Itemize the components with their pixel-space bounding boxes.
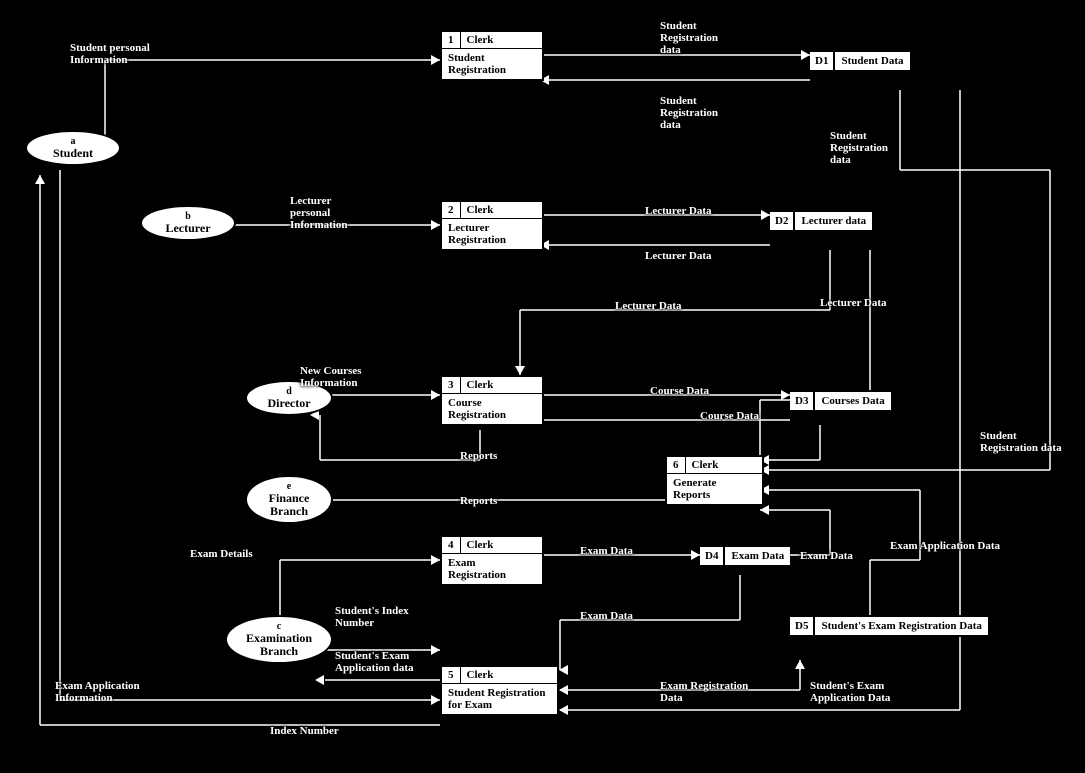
- flow-label: Course Data: [650, 385, 709, 397]
- process-role: Clerk: [461, 202, 543, 218]
- entity-label: Finance Branch: [249, 492, 329, 518]
- process-name: Student Registration: [442, 49, 542, 79]
- dfd-canvas: a Student b Lecturer d Director e Financ…: [0, 0, 1085, 773]
- arrow-icon: [431, 555, 440, 565]
- flow-label: Lecturer Data: [645, 250, 712, 262]
- process-num: 3: [442, 377, 461, 393]
- flow-label: Student personal Information: [70, 42, 170, 66]
- flow-label: Exam Data: [580, 610, 633, 622]
- arrow-icon: [691, 550, 700, 560]
- process-name: Student Registration for Exam: [442, 684, 557, 714]
- entity-label: Director: [249, 397, 329, 410]
- flow-label: Exam Application Information: [55, 680, 175, 704]
- arrow-icon: [431, 390, 440, 400]
- flow-label: Exam Data: [580, 545, 633, 557]
- arrow-icon: [781, 390, 790, 400]
- process-lecturer-registration: 2Clerk Lecturer Registration: [440, 200, 544, 251]
- process-generate-reports: 6Clerk Generate Reports: [665, 455, 764, 506]
- entity-label: Student: [29, 147, 117, 160]
- flow-label: Course Data: [700, 410, 759, 422]
- flow-label: Exam Data: [800, 550, 853, 562]
- flow-label: Student's Exam Application Data: [810, 680, 920, 704]
- flow-label: Student Registration data: [830, 130, 910, 166]
- store-name: Student Data: [835, 52, 909, 70]
- flow-label: Exam Application Data: [890, 540, 1000, 552]
- store-id: D5: [790, 617, 815, 635]
- entity-label: Lecturer: [144, 222, 232, 235]
- process-exam-registration: 4Clerk Exam Registration: [440, 535, 544, 586]
- store-name: Lecturer data: [795, 212, 872, 230]
- arrow-icon: [431, 55, 440, 65]
- store-name: Courses Data: [815, 392, 890, 410]
- process-num: 2: [442, 202, 461, 218]
- arrow-icon: [559, 665, 568, 675]
- entity-student: a Student: [25, 130, 121, 166]
- store-lecturer-data: D2 Lecturer data: [770, 210, 872, 232]
- flow-label: Lecturer Data: [615, 300, 682, 312]
- arrow-icon: [795, 660, 805, 669]
- process-role: Clerk: [461, 537, 543, 553]
- process-num: 4: [442, 537, 461, 553]
- entity-lecturer: b Lecturer: [140, 205, 236, 241]
- flow-label: Reports: [460, 450, 497, 462]
- arrow-icon: [35, 175, 45, 184]
- flow-label: Student Registration data: [660, 95, 740, 131]
- store-name: Student's Exam Registration Data: [815, 617, 987, 635]
- store-id: D1: [810, 52, 835, 70]
- flow-label: Student's Exam Application data: [335, 650, 435, 674]
- flow-label: Index Number: [270, 725, 339, 737]
- entity-exam-branch: c Examination Branch: [225, 615, 333, 664]
- process-student-reg-exam: 5Clerk Student Registration for Exam: [440, 665, 559, 716]
- store-exam-data: D4 Exam Data: [700, 545, 790, 567]
- store-id: D2: [770, 212, 795, 230]
- process-student-registration: 1Clerk Student Registration: [440, 30, 544, 81]
- flow-label: Lecturer personal Information: [290, 195, 370, 231]
- arrow-icon: [760, 505, 769, 515]
- arrow-icon: [315, 675, 324, 685]
- arrow-icon: [801, 50, 810, 60]
- arrow-icon: [431, 220, 440, 230]
- process-role: Clerk: [461, 377, 543, 393]
- process-name: Exam Registration: [442, 554, 542, 584]
- flow-label: Student Registration data: [660, 20, 740, 56]
- arrow-icon: [559, 705, 568, 715]
- process-num: 6: [667, 457, 686, 473]
- store-name: Exam Data: [725, 547, 790, 565]
- arrow-icon: [431, 695, 440, 705]
- flow-label: Exam Details: [190, 548, 253, 560]
- process-num: 1: [442, 32, 461, 48]
- store-student-exam-reg: D5 Student's Exam Registration Data: [790, 615, 988, 637]
- flow-label: Student's Index Number: [335, 605, 425, 629]
- arrow-icon: [559, 685, 568, 695]
- process-role: Clerk: [461, 667, 558, 683]
- process-name: Lecturer Registration: [442, 219, 542, 249]
- process-course-registration: 3Clerk Course Registration: [440, 375, 544, 426]
- flow-label: Reports: [460, 495, 497, 507]
- process-role: Clerk: [686, 457, 763, 473]
- flow-label: Lecturer Data: [645, 205, 712, 217]
- arrow-icon: [515, 366, 525, 375]
- process-name: Generate Reports: [667, 474, 762, 504]
- arrow-icon: [761, 210, 770, 220]
- store-student-data: D1 Student Data: [810, 50, 910, 72]
- store-id: D3: [790, 392, 815, 410]
- flow-label: Exam Registration Data: [660, 680, 770, 704]
- store-courses-data: D3 Courses Data: [790, 390, 891, 412]
- process-role: Clerk: [461, 32, 543, 48]
- entity-finance-branch: e Finance Branch: [245, 475, 333, 524]
- flow-label: New Courses Information: [300, 365, 390, 389]
- flow-label: Student Registration data: [980, 430, 1070, 454]
- process-num: 5: [442, 667, 461, 683]
- flow-label: Lecturer Data: [820, 297, 887, 309]
- process-name: Course Registration: [442, 394, 542, 424]
- entity-label: Examination Branch: [229, 632, 329, 658]
- store-id: D4: [700, 547, 725, 565]
